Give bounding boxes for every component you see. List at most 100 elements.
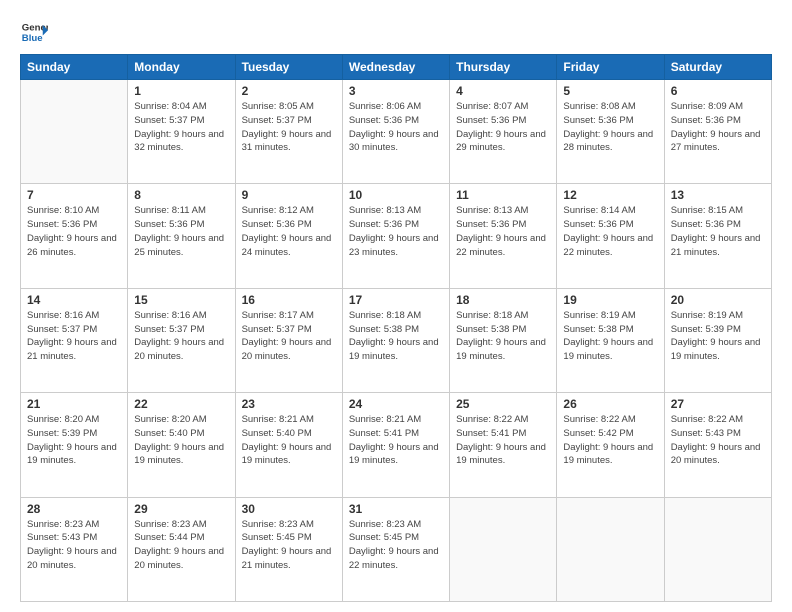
- calendar-cell: 8Sunrise: 8:11 AMSunset: 5:36 PMDaylight…: [128, 184, 235, 288]
- calendar-week-1: 1 Sunrise: 8:04 AMSunset: 5:37 PMDaylight…: [21, 80, 772, 184]
- calendar-cell: 12 Sunrise: 8:14 AMSunset: 5:36 PMDayligh…: [557, 184, 664, 288]
- calendar-cell: 7 Sunrise: 8:10 AMSunset: 5:36 PMDaylight…: [21, 184, 128, 288]
- weekday-header-thursday: Thursday: [450, 55, 557, 80]
- day-number: 19: [563, 293, 657, 307]
- day-number: 11: [456, 188, 550, 202]
- calendar-cell: 28Sunrise: 8:23 AMSunset: 5:43 PMDayligh…: [21, 497, 128, 601]
- day-number: 17: [349, 293, 443, 307]
- calendar-cell: 9 Sunrise: 8:12 AMSunset: 5:36 PMDaylight…: [235, 184, 342, 288]
- logo: General Blue: [20, 18, 48, 46]
- calendar-cell: 18 Sunrise: 8:18 AMSunset: 5:38 PMDayligh…: [450, 288, 557, 392]
- weekday-header-row: SundayMondayTuesdayWednesdayThursdayFrid…: [21, 55, 772, 80]
- day-info: Sunrise: 8:22 AMSunset: 5:43 PMDaylight:…: [671, 413, 765, 468]
- day-info: Sunrise: 8:23 AMSunset: 5:45 PMDaylight:…: [349, 518, 443, 573]
- day-info: Sunrise: 8:22 AMSunset: 5:42 PMDaylight:…: [563, 413, 657, 468]
- calendar-cell: [450, 497, 557, 601]
- day-number: 6: [671, 84, 765, 98]
- weekday-header-monday: Monday: [128, 55, 235, 80]
- day-info: Sunrise: 8:12 AMSunset: 5:36 PMDaylight:…: [242, 204, 336, 259]
- day-number: 9: [242, 188, 336, 202]
- calendar-cell: 3 Sunrise: 8:06 AMSunset: 5:36 PMDaylight…: [342, 80, 449, 184]
- day-info: Sunrise: 8:20 AMSunset: 5:40 PMDaylight:…: [134, 413, 228, 468]
- day-number: 8: [134, 188, 228, 202]
- svg-text:Blue: Blue: [22, 33, 43, 44]
- day-number: 18: [456, 293, 550, 307]
- day-number: 13: [671, 188, 765, 202]
- day-info: Sunrise: 8:10 AMSunset: 5:36 PMDaylight:…: [27, 204, 121, 259]
- calendar-cell: 1 Sunrise: 8:04 AMSunset: 5:37 PMDaylight…: [128, 80, 235, 184]
- calendar-cell: 4 Sunrise: 8:07 AMSunset: 5:36 PMDaylight…: [450, 80, 557, 184]
- calendar-cell: 31 Sunrise: 8:23 AMSunset: 5:45 PMDayligh…: [342, 497, 449, 601]
- calendar-cell: 29Sunrise: 8:23 AMSunset: 5:44 PMDayligh…: [128, 497, 235, 601]
- day-info: Sunrise: 8:19 AMSunset: 5:39 PMDaylight:…: [671, 309, 765, 364]
- day-number: 30: [242, 502, 336, 516]
- day-number: 10: [349, 188, 443, 202]
- calendar-cell: [21, 80, 128, 184]
- calendar-week-5: 28Sunrise: 8:23 AMSunset: 5:43 PMDayligh…: [21, 497, 772, 601]
- day-number: 3: [349, 84, 443, 98]
- day-info: Sunrise: 8:18 AMSunset: 5:38 PMDaylight:…: [349, 309, 443, 364]
- day-info: Sunrise: 8:14 AMSunset: 5:36 PMDaylight:…: [563, 204, 657, 259]
- day-number: 14: [27, 293, 121, 307]
- day-info: Sunrise: 8:21 AMSunset: 5:40 PMDaylight:…: [242, 413, 336, 468]
- day-number: 4: [456, 84, 550, 98]
- day-info: Sunrise: 8:16 AMSunset: 5:37 PMDaylight:…: [134, 309, 228, 364]
- calendar-cell: 25 Sunrise: 8:22 AMSunset: 5:41 PMDayligh…: [450, 393, 557, 497]
- day-info: Sunrise: 8:21 AMSunset: 5:41 PMDaylight:…: [349, 413, 443, 468]
- day-info: Sunrise: 8:22 AMSunset: 5:41 PMDaylight:…: [456, 413, 550, 468]
- calendar-cell: 24Sunrise: 8:21 AMSunset: 5:41 PMDayligh…: [342, 393, 449, 497]
- day-info: Sunrise: 8:16 AMSunset: 5:37 PMDaylight:…: [27, 309, 121, 364]
- calendar-cell: 22 Sunrise: 8:20 AMSunset: 5:40 PMDayligh…: [128, 393, 235, 497]
- day-number: 25: [456, 397, 550, 411]
- day-info: Sunrise: 8:15 AMSunset: 5:36 PMDaylight:…: [671, 204, 765, 259]
- calendar-cell: [664, 497, 771, 601]
- page: General Blue SundayMondayTuesdayWednesda…: [0, 0, 792, 612]
- calendar-week-3: 14 Sunrise: 8:16 AMSunset: 5:37 PMDayligh…: [21, 288, 772, 392]
- calendar-cell: 20 Sunrise: 8:19 AMSunset: 5:39 PMDayligh…: [664, 288, 771, 392]
- calendar-cell: 10 Sunrise: 8:13 AMSunset: 5:36 PMDayligh…: [342, 184, 449, 288]
- day-info: Sunrise: 8:07 AMSunset: 5:36 PMDaylight:…: [456, 100, 550, 155]
- calendar-cell: 23 Sunrise: 8:21 AMSunset: 5:40 PMDayligh…: [235, 393, 342, 497]
- day-info: Sunrise: 8:06 AMSunset: 5:36 PMDaylight:…: [349, 100, 443, 155]
- day-number: 29: [134, 502, 228, 516]
- weekday-header-wednesday: Wednesday: [342, 55, 449, 80]
- day-number: 16: [242, 293, 336, 307]
- day-info: Sunrise: 8:13 AMSunset: 5:36 PMDaylight:…: [456, 204, 550, 259]
- day-number: 5: [563, 84, 657, 98]
- calendar-cell: 27 Sunrise: 8:22 AMSunset: 5:43 PMDayligh…: [664, 393, 771, 497]
- weekday-header-sunday: Sunday: [21, 55, 128, 80]
- calendar-cell: 16Sunrise: 8:17 AMSunset: 5:37 PMDayligh…: [235, 288, 342, 392]
- day-info: Sunrise: 8:18 AMSunset: 5:38 PMDaylight:…: [456, 309, 550, 364]
- day-number: 1: [134, 84, 228, 98]
- day-info: Sunrise: 8:23 AMSunset: 5:43 PMDaylight:…: [27, 518, 121, 573]
- calendar-cell: 19Sunrise: 8:19 AMSunset: 5:38 PMDayligh…: [557, 288, 664, 392]
- calendar-cell: 26 Sunrise: 8:22 AMSunset: 5:42 PMDayligh…: [557, 393, 664, 497]
- day-number: 20: [671, 293, 765, 307]
- day-info: Sunrise: 8:05 AMSunset: 5:37 PMDaylight:…: [242, 100, 336, 155]
- calendar-cell: 15 Sunrise: 8:16 AMSunset: 5:37 PMDayligh…: [128, 288, 235, 392]
- day-info: Sunrise: 8:13 AMSunset: 5:36 PMDaylight:…: [349, 204, 443, 259]
- day-number: 15: [134, 293, 228, 307]
- calendar-week-2: 7 Sunrise: 8:10 AMSunset: 5:36 PMDaylight…: [21, 184, 772, 288]
- calendar-cell: 30 Sunrise: 8:23 AMSunset: 5:45 PMDayligh…: [235, 497, 342, 601]
- day-number: 27: [671, 397, 765, 411]
- calendar-cell: 11 Sunrise: 8:13 AMSunset: 5:36 PMDayligh…: [450, 184, 557, 288]
- calendar-cell: 21Sunrise: 8:20 AMSunset: 5:39 PMDayligh…: [21, 393, 128, 497]
- day-info: Sunrise: 8:20 AMSunset: 5:39 PMDaylight:…: [27, 413, 121, 468]
- calendar-week-4: 21Sunrise: 8:20 AMSunset: 5:39 PMDayligh…: [21, 393, 772, 497]
- day-number: 7: [27, 188, 121, 202]
- day-number: 26: [563, 397, 657, 411]
- day-info: Sunrise: 8:08 AMSunset: 5:36 PMDaylight:…: [563, 100, 657, 155]
- weekday-header-saturday: Saturday: [664, 55, 771, 80]
- day-number: 22: [134, 397, 228, 411]
- day-info: Sunrise: 8:23 AMSunset: 5:45 PMDaylight:…: [242, 518, 336, 573]
- calendar-table: SundayMondayTuesdayWednesdayThursdayFrid…: [20, 54, 772, 602]
- calendar-cell: [557, 497, 664, 601]
- day-info: Sunrise: 8:04 AMSunset: 5:37 PMDaylight:…: [134, 100, 228, 155]
- day-number: 12: [563, 188, 657, 202]
- day-info: Sunrise: 8:09 AMSunset: 5:36 PMDaylight:…: [671, 100, 765, 155]
- calendar-cell: 13 Sunrise: 8:15 AMSunset: 5:36 PMDayligh…: [664, 184, 771, 288]
- calendar-cell: 5 Sunrise: 8:08 AMSunset: 5:36 PMDaylight…: [557, 80, 664, 184]
- day-number: 23: [242, 397, 336, 411]
- day-number: 31: [349, 502, 443, 516]
